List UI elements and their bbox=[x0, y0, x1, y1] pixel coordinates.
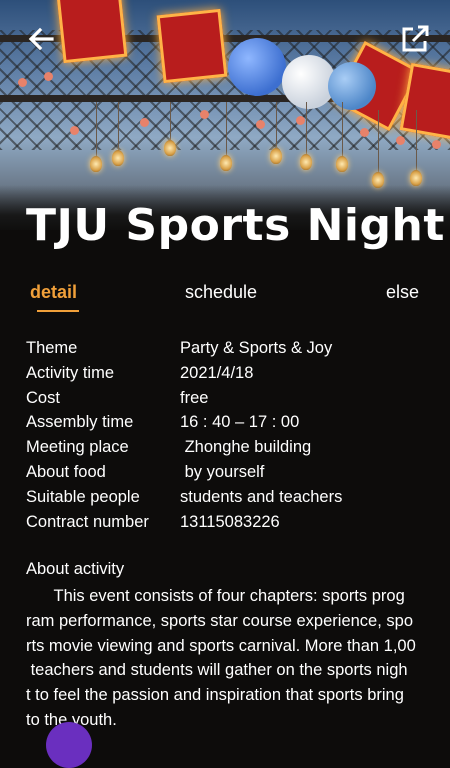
about-line: rts movie viewing and sports carnival. M… bbox=[26, 636, 416, 655]
about-line: t to feel the passion and inspiration th… bbox=[26, 686, 404, 705]
bulb-wire bbox=[96, 102, 97, 157]
detail-value: free bbox=[180, 388, 209, 407]
detail-row: About food by yourself bbox=[26, 460, 342, 485]
flower bbox=[18, 78, 27, 87]
detail-row: Theme Party & Sports & Joy bbox=[26, 336, 342, 361]
active-tab-indicator bbox=[37, 310, 79, 312]
light-bulb bbox=[90, 156, 102, 172]
about-description: This event consists of four chapters: sp… bbox=[26, 584, 450, 730]
floating-action-button[interactable] bbox=[46, 722, 92, 768]
light-bulb bbox=[336, 156, 348, 172]
about-line: This event consists of four chapters: sp… bbox=[26, 587, 405, 605]
light-bulb bbox=[300, 154, 312, 170]
bulb-wire bbox=[416, 110, 417, 172]
bulb-wire bbox=[226, 102, 227, 157]
bulb-wire bbox=[306, 102, 307, 156]
about-line: to the youth. bbox=[26, 710, 117, 729]
tab-detail[interactable]: detail bbox=[30, 282, 77, 303]
detail-key: Activity time bbox=[26, 363, 115, 382]
tab-schedule[interactable]: schedule bbox=[185, 282, 257, 303]
detail-key: Meeting place bbox=[26, 438, 129, 457]
light-bulb bbox=[164, 140, 176, 156]
balloon bbox=[328, 62, 376, 110]
detail-row: Assembly time 16 : 40 – 17 : 00 bbox=[26, 410, 342, 435]
external-link-icon bbox=[402, 25, 429, 52]
detail-value: students and teachers bbox=[180, 487, 343, 506]
balloon bbox=[228, 38, 286, 96]
light-bulb bbox=[410, 170, 422, 186]
flower bbox=[360, 128, 369, 137]
detail-key: Assembly time bbox=[26, 413, 134, 432]
light-bulb bbox=[220, 155, 232, 171]
detail-key: Theme bbox=[26, 339, 78, 357]
flower bbox=[256, 120, 265, 129]
detail-key: Cost bbox=[26, 388, 60, 407]
bulb-wire bbox=[342, 102, 343, 158]
detail-value: by yourself bbox=[180, 462, 265, 481]
tab-else[interactable]: else bbox=[386, 282, 419, 303]
detail-value: 13115083226 bbox=[180, 512, 280, 531]
flower bbox=[44, 72, 53, 81]
hero-banner-image bbox=[0, 0, 450, 230]
detail-key: About food bbox=[26, 462, 106, 481]
bulb-wire bbox=[378, 110, 379, 174]
flower bbox=[396, 136, 405, 145]
detail-list: Theme Party & Sports & Joy Activity time… bbox=[26, 336, 342, 534]
detail-key: Contract number bbox=[26, 512, 149, 531]
detail-row: Contract number 13115083226 bbox=[26, 510, 342, 535]
detail-value: Zhonghe building bbox=[180, 438, 312, 457]
detail-row: Activity time 2021/4/18 bbox=[26, 361, 342, 386]
back-button[interactable] bbox=[24, 22, 58, 56]
flower bbox=[200, 110, 209, 119]
detail-key: Suitable people bbox=[26, 487, 140, 506]
page-title: TJU Sports Night bbox=[26, 200, 445, 251]
detail-row: Meeting place Zhonghe building bbox=[26, 435, 342, 460]
light-bulb bbox=[270, 148, 282, 164]
flower bbox=[140, 118, 149, 127]
hero-sign bbox=[156, 8, 228, 84]
detail-value: 16 : 40 – 17 : 00 bbox=[180, 413, 300, 432]
about-title: About activity bbox=[26, 560, 125, 578]
bulb-wire bbox=[276, 102, 277, 150]
hero-sign bbox=[56, 0, 128, 64]
detail-row: Suitable people students and teachers bbox=[26, 485, 342, 510]
light-bulb bbox=[112, 150, 124, 166]
flower bbox=[432, 140, 441, 149]
flower bbox=[70, 126, 79, 135]
detail-row: Cost free bbox=[26, 386, 342, 411]
bulb-wire bbox=[118, 102, 119, 152]
share-button[interactable] bbox=[398, 22, 432, 56]
about-line: teachers and students will gather on the… bbox=[26, 661, 408, 680]
about-line: ram performance, sports star course expe… bbox=[26, 611, 414, 630]
detail-value: 2021/4/18 bbox=[180, 363, 254, 382]
detail-value: Party & Sports & Joy bbox=[180, 339, 333, 357]
bulb-wire bbox=[170, 102, 171, 142]
arrow-left-icon bbox=[28, 27, 54, 51]
tab-bar: detail schedule else bbox=[0, 282, 450, 316]
flower bbox=[296, 116, 305, 125]
